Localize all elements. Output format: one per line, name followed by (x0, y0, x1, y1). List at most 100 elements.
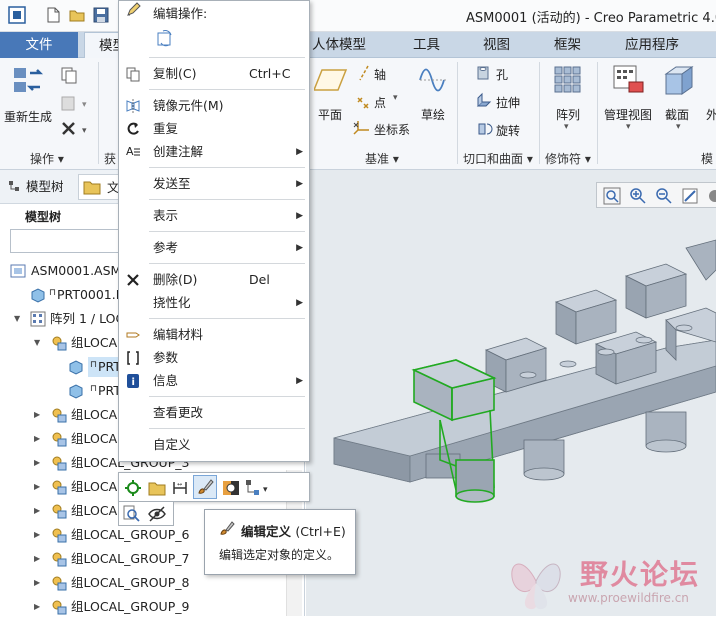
svg-text:▾: ▾ (82, 126, 87, 136)
menu-item-customize[interactable]: 自定义 (119, 434, 309, 456)
csys-label[interactable]: 坐标系 (374, 121, 410, 138)
title-bar: ASM0001 (活动的) - Creo Parametric 4.0 (0, 0, 716, 32)
sketch-icon[interactable] (418, 66, 448, 95)
app-logo-icon[interactable] (8, 6, 26, 24)
menu-item-create-annotation[interactable]: A 创建注解 ▶ (119, 141, 309, 163)
assemble-icon[interactable] (123, 478, 143, 501)
delete-x-icon[interactable]: ▾ (60, 120, 94, 141)
revolve-label[interactable]: 旋转 (496, 122, 520, 139)
open-folder-icon[interactable] (68, 6, 86, 24)
new-file-icon[interactable] (44, 6, 62, 24)
hierarchy-icon[interactable]: ▾ (245, 478, 273, 501)
menu-item-mirror[interactable]: 镜像元件(M) (119, 95, 309, 117)
pattern-dropdown-icon[interactable]: ▾ (564, 122, 569, 132)
group-operations-label[interactable]: 操作 ▾ (30, 150, 64, 167)
section-icon[interactable] (662, 64, 696, 99)
menu-item-representation[interactable]: 表示 ▶ (119, 205, 309, 227)
tab-model-tree[interactable]: 模型树 (26, 174, 64, 200)
delete-x-icon (125, 272, 141, 288)
group-icon (50, 503, 68, 519)
extrude-label[interactable]: 拉伸 (496, 94, 520, 111)
menu-item-references[interactable]: 参考 ▶ (119, 237, 309, 259)
expand-arrow-icon[interactable]: ▶ (34, 530, 44, 540)
manage-view-label[interactable]: 管理视图 (604, 106, 652, 123)
part-icon (68, 359, 86, 375)
group-datum-label[interactable]: 基准 ▾ (365, 150, 399, 167)
expand-arrow-icon[interactable]: ▶ (34, 602, 44, 612)
extrude-icon[interactable] (475, 92, 493, 113)
expand-arrow-icon[interactable]: ▶ (34, 482, 44, 492)
point-label[interactable]: 点 (374, 94, 386, 111)
hole-label[interactable]: 孔 (496, 66, 508, 83)
expand-arrow-icon[interactable]: ▶ (34, 554, 44, 564)
expand-arrow-icon[interactable]: ▶ (34, 410, 44, 420)
paste-icon[interactable]: ▾ (60, 94, 94, 115)
revolve-icon[interactable] (475, 120, 493, 141)
dimension-icon[interactable]: ↔ (171, 478, 191, 501)
svg-text:i: i (132, 377, 135, 388)
menu-item-flexibility[interactable]: 挠性化 ▶ (119, 292, 309, 314)
tab-view[interactable]: 视图 (483, 32, 510, 58)
pattern-label[interactable]: 阵列 (556, 106, 580, 123)
tab-human-model[interactable]: 人体模型 (312, 32, 366, 58)
tab-applications[interactable]: 应用程序 (625, 32, 679, 58)
expand-arrow-icon[interactable]: ▶ (34, 458, 44, 468)
point-icon[interactable] (354, 92, 372, 113)
group-icon (50, 431, 68, 447)
menu-item-delete[interactable]: 删除(D) Del (119, 269, 309, 291)
menu-separator (149, 263, 305, 264)
axis-label[interactable]: 轴 (374, 66, 386, 83)
menu-item-parameters[interactable]: 参数 (119, 347, 309, 369)
menu-item-send-to[interactable]: 发送至 ▶ (119, 173, 309, 195)
csys-icon[interactable] (352, 118, 372, 139)
ribbon-separator (539, 62, 540, 164)
menu-item-copy[interactable]: 复制(C) Ctrl+C (119, 63, 309, 85)
manage-view-dropdown-icon[interactable]: ▾ (626, 122, 631, 132)
plane-label[interactable]: 平面 (318, 106, 342, 123)
axis-icon[interactable] (356, 64, 372, 85)
group-get-label[interactable]: 获 (104, 150, 116, 167)
menu-separator (149, 318, 305, 319)
model-tree-tab-icon (8, 180, 22, 197)
watermark-text: 野火论坛 (580, 558, 701, 591)
outer-label[interactable]: 外 (706, 106, 716, 123)
menu-item-view-changes[interactable]: 查看更改 (119, 402, 309, 424)
point-dropdown-icon[interactable]: ▾ (393, 93, 398, 103)
collapse-arrow-icon[interactable]: ▼ (34, 338, 44, 348)
group-icon (50, 479, 68, 495)
find-icon[interactable] (123, 505, 141, 526)
expand-arrow-icon[interactable]: ▶ (34, 578, 44, 588)
tab-tools[interactable]: 工具 (413, 32, 440, 58)
tooltip: 编辑定义 (Ctrl+E) 编辑选定对象的定义。 (204, 509, 356, 575)
appearance-icon[interactable] (221, 478, 241, 501)
part-link-icon: ⊓ (90, 360, 98, 370)
hole-icon[interactable] (475, 64, 493, 85)
group-icon (50, 599, 68, 615)
tab-framework[interactable]: 框架 (554, 32, 581, 58)
group-model-label[interactable]: 模 (701, 150, 713, 167)
menu-item-edit-material[interactable]: 编辑材料 (119, 324, 309, 346)
open-folder-icon[interactable] (147, 478, 167, 501)
expand-arrow-icon[interactable]: ▶ (34, 506, 44, 516)
section-dropdown-icon[interactable]: ▾ (676, 122, 681, 132)
hide-eye-icon[interactable] (147, 505, 167, 526)
section-label[interactable]: 截面 (665, 106, 689, 123)
tab-file[interactable]: 文件 (0, 32, 78, 58)
plane-icon[interactable] (312, 66, 348, 97)
pattern-icon[interactable] (552, 64, 584, 99)
regenerate-icon[interactable] (12, 64, 46, 101)
group-modifier-label[interactable]: 修饰符 ▾ (545, 150, 591, 167)
save-icon[interactable] (92, 6, 110, 24)
copy-icon[interactable] (60, 66, 80, 87)
collapse-arrow-icon[interactable]: ▼ (14, 314, 24, 324)
menu-item-repeat[interactable]: 重复 (119, 118, 309, 140)
sketch-label[interactable]: 草绘 (421, 106, 445, 123)
manage-view-icon[interactable] (611, 64, 645, 99)
menu-item-info[interactable]: i 信息 ▶ (119, 370, 309, 392)
expand-arrow-icon[interactable]: ▶ (34, 434, 44, 444)
edit-definition-mini-icon[interactable] (155, 28, 177, 53)
edit-definition-icon[interactable] (193, 475, 217, 499)
regenerate-label[interactable]: 重新生成 (4, 108, 52, 125)
group-cut-label[interactable]: 切口和曲面 ▾ (463, 150, 533, 167)
menu-separator (149, 231, 305, 232)
